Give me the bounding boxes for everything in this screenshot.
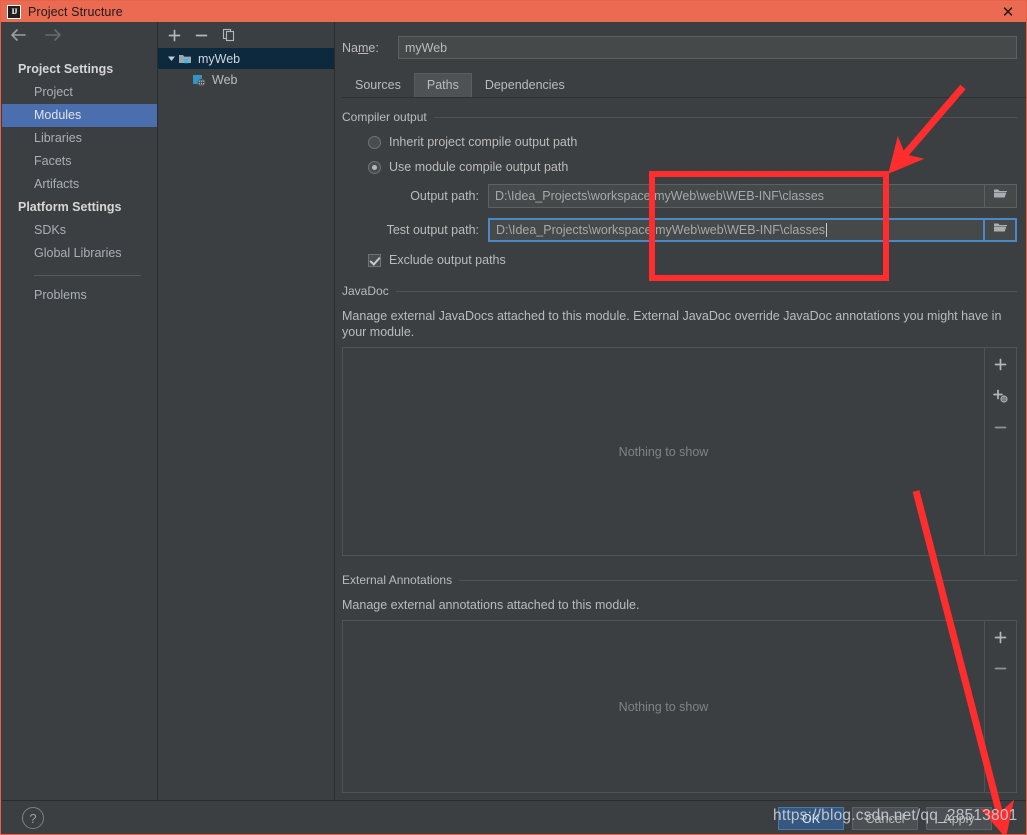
external-annotations-empty-text: Nothing to show xyxy=(618,699,709,714)
text-caret xyxy=(826,223,828,237)
javadoc-description: Manage external JavaDocs attached to thi… xyxy=(342,309,1002,339)
radio-icon[interactable] xyxy=(368,135,381,149)
radio-inherit-output-path[interactable]: Inherit project compile output path xyxy=(368,135,1017,149)
javadoc-side-toolbar xyxy=(984,348,1016,555)
plus-globe-icon[interactable] xyxy=(993,389,1008,403)
sidebar-item-libraries[interactable]: Libraries xyxy=(2,127,157,150)
group-rule xyxy=(459,579,1017,581)
intellij-icon: IJ xyxy=(7,4,21,19)
output-path-row: Output path: D:\Idea_Projects\workspace\… xyxy=(342,184,1017,208)
test-output-path-label: Test output path: xyxy=(386,223,479,237)
detail-tabs: Sources Paths Dependencies xyxy=(342,73,1026,98)
plus-icon[interactable] xyxy=(994,631,1007,644)
checkbox-label: Exclude output paths xyxy=(389,253,506,267)
module-name-label: Name: xyxy=(342,40,379,55)
sidebar-divider xyxy=(34,275,141,276)
module-detail-pane: Name: Sources Paths Dependencies Compile… xyxy=(335,22,1026,800)
minus-icon[interactable] xyxy=(195,29,208,42)
settings-sidebar: Project Settings Project Modules Librari… xyxy=(2,22,158,800)
group-rule xyxy=(395,290,1017,292)
test-output-path-row: Test output path: D:\Idea_Projects\works… xyxy=(342,218,1017,242)
radio-selected-icon[interactable] xyxy=(368,160,381,174)
window-title: Project Structure xyxy=(28,4,123,19)
exclude-output-paths-checkbox[interactable]: Exclude output paths xyxy=(368,253,1017,267)
javadoc-empty-text: Nothing to show xyxy=(618,444,709,459)
external-annotations-description: Manage external annotations attached to … xyxy=(342,598,640,612)
tree-node-web[interactable]: Web xyxy=(158,69,334,90)
tab-dependencies[interactable]: Dependencies xyxy=(472,73,578,97)
sidebar-item-facets[interactable]: Facets xyxy=(2,150,157,173)
compiler-output-title-row: Compiler output xyxy=(342,110,1017,124)
arrow-left-icon[interactable] xyxy=(10,28,28,42)
sidebar-list: Project Settings Project Modules Librari… xyxy=(2,48,157,307)
compiler-output-title: Compiler output xyxy=(342,110,427,124)
module-tree-toolbar xyxy=(158,22,334,48)
module-icon xyxy=(178,52,194,66)
sidebar-item-global-libraries[interactable]: Global Libraries xyxy=(2,242,157,265)
radio-label: Inherit project compile output path xyxy=(389,135,578,149)
javadoc-title-row: JavaDoc xyxy=(342,284,1017,298)
test-output-path-browse-button[interactable] xyxy=(985,218,1017,242)
ok-button[interactable]: OK xyxy=(778,807,844,830)
output-path-browse-button[interactable] xyxy=(985,184,1017,208)
plus-icon[interactable] xyxy=(168,29,181,42)
folder-icon xyxy=(993,187,1008,205)
apply-button[interactable]: Apply xyxy=(926,807,992,830)
output-path-value: D:\Idea_Projects\workspace\myWeb\web\WEB… xyxy=(495,189,825,203)
output-path-input[interactable]: D:\Idea_Projects\workspace\myWeb\web\WEB… xyxy=(488,184,985,208)
minus-icon[interactable] xyxy=(994,662,1007,675)
help-button[interactable]: ? xyxy=(22,807,44,829)
javadoc-listbox[interactable]: Nothing to show xyxy=(342,347,1017,556)
javadoc-title: JavaDoc xyxy=(342,284,389,298)
sidebar-item-project[interactable]: Project xyxy=(2,81,157,104)
sidebar-item-artifacts[interactable]: Artifacts xyxy=(2,173,157,196)
external-annotations-title: External Annotations xyxy=(342,573,453,587)
copy-icon[interactable] xyxy=(222,28,236,42)
tree-node-label: myWeb xyxy=(198,51,241,66)
minus-icon[interactable] xyxy=(994,421,1007,434)
sidebar-group-platform-settings: Platform Settings xyxy=(18,200,122,214)
plus-icon[interactable] xyxy=(994,358,1007,371)
window-titlebar: IJ Project Structure ✕ xyxy=(1,1,1026,22)
web-facet-icon xyxy=(192,73,208,87)
compiler-output-group: Compiler output Inherit project compile … xyxy=(342,110,1017,267)
output-path-label: Output path: xyxy=(410,189,479,203)
external-annotations-side-toolbar xyxy=(984,621,1016,792)
sidebar-item-sdks[interactable]: SDKs xyxy=(2,219,157,242)
external-annotations-group: External Annotations Manage external ann… xyxy=(342,573,1017,793)
javadoc-group: JavaDoc Manage external JavaDocs attache… xyxy=(342,284,1017,556)
tab-paths[interactable]: Paths xyxy=(413,73,472,97)
tab-sources[interactable]: Sources xyxy=(342,73,414,97)
tree-node-label: Web xyxy=(212,72,238,87)
external-annotations-listbox[interactable]: Nothing to show xyxy=(342,620,1017,793)
group-rule xyxy=(433,116,1017,118)
sidebar-group-project-settings: Project Settings xyxy=(18,62,114,76)
folder-icon xyxy=(993,221,1008,239)
test-output-path-value: D:\Idea_Projects\workspace\myWeb\web\WEB… xyxy=(496,223,826,237)
dialog-footer: ? OK Cancel Apply xyxy=(2,800,1026,834)
sidebar-navbar xyxy=(2,22,157,48)
test-output-path-input[interactable]: D:\Idea_Projects\workspace\myWeb\web\WEB… xyxy=(488,218,985,242)
arrow-right-icon[interactable] xyxy=(44,28,62,42)
checkbox-icon[interactable] xyxy=(368,253,381,267)
radio-module-output-path[interactable]: Use module compile output path xyxy=(368,160,1017,174)
module-name-input[interactable] xyxy=(398,36,1017,59)
project-structure-dialog: IJ Project Structure ✕ Project Settings … xyxy=(0,0,1027,835)
cancel-button[interactable]: Cancel xyxy=(852,807,918,830)
external-annotations-title-row: External Annotations xyxy=(342,573,1017,587)
tree-node-myweb[interactable]: myWeb xyxy=(158,48,334,69)
sidebar-item-problems[interactable]: Problems xyxy=(2,284,157,307)
radio-label: Use module compile output path xyxy=(389,160,569,174)
close-icon[interactable]: ✕ xyxy=(1000,3,1016,21)
module-name-row: Name: xyxy=(335,22,1026,59)
module-tree-pane: myWeb Web xyxy=(158,22,335,800)
chevron-down-icon[interactable] xyxy=(164,54,178,63)
sidebar-item-modules[interactable]: Modules xyxy=(2,104,157,127)
